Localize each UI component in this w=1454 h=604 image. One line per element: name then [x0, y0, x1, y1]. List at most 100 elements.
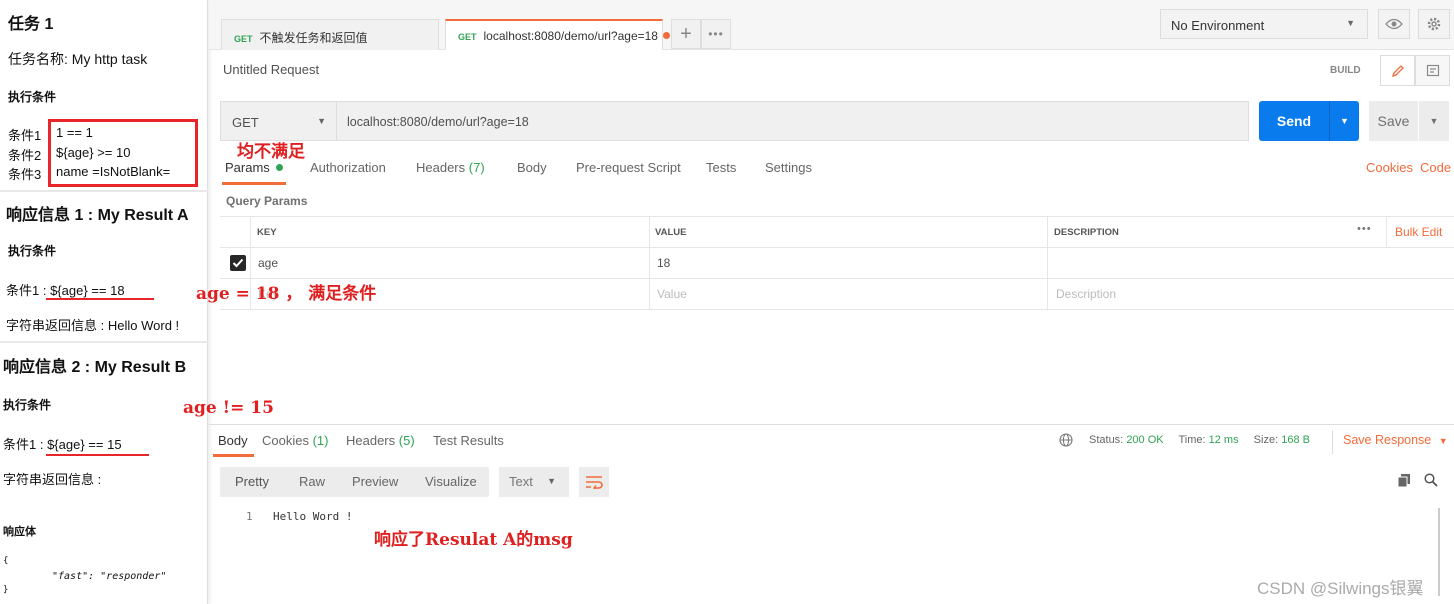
view-mode-raw[interactable]: Raw [299, 474, 325, 489]
checkmark-icon [232, 258, 244, 268]
send-options-button[interactable]: ▼ [1329, 101, 1359, 141]
save-chevron-icon: ▼ [1429, 116, 1439, 126]
more-tabs-button[interactable]: ••• [701, 19, 731, 49]
response-b-body-line-2: "fast": "responder" [52, 571, 167, 582]
column-header-description: DESCRIPTION [1054, 227, 1119, 238]
tab-tests[interactable]: Tests [706, 160, 736, 175]
unsaved-dot-icon [663, 32, 671, 39]
response-b-title: 响应信息 2 : My Result B [3, 359, 187, 376]
task-config-panel: 任务 1 任务名称: My http task 执行条件 条件1 条件2 条件3… [0, 0, 208, 604]
tab-method-1: GET [234, 34, 253, 44]
query-params-heading: Query Params [226, 194, 308, 208]
send-button[interactable]: Send [1259, 101, 1329, 141]
tab-method-2: GET [458, 32, 477, 42]
param-row-checkbox[interactable] [230, 255, 246, 271]
tab-body[interactable]: Body [517, 160, 547, 175]
environment-quick-look-button[interactable] [1378, 9, 1410, 39]
params-label: Params [225, 160, 270, 175]
response-body-text: Hello Word ! [273, 510, 353, 523]
format-select[interactable]: Text ▼ [499, 467, 569, 497]
annotation-age-not-15: age != 15 [183, 398, 274, 418]
param-value-cell[interactable]: 18 [657, 256, 670, 270]
view-mode-preview[interactable]: Preview [352, 474, 398, 489]
response-b-body-line-3: } [3, 585, 9, 595]
environment-settings-button[interactable] [1418, 9, 1450, 39]
save-options-button[interactable]: ▼ [1419, 101, 1449, 141]
response-tab-body[interactable]: Body [218, 433, 248, 448]
wrap-icon [586, 476, 603, 489]
tab-headers[interactable]: Headers (7) [416, 160, 485, 175]
response-a-return: 字符串返回信息 : Hello Word ! [6, 315, 179, 334]
response-a-condition-value: ${age} == 18 [50, 283, 125, 298]
params-active-dot-icon [276, 164, 284, 171]
table-header-border [220, 247, 1454, 248]
tab-params[interactable]: Params [225, 160, 284, 175]
tab-label-2: localhost:8080/demo/url?age=18 [483, 29, 658, 43]
response-b-return-label: 字符串返回信息 : [3, 472, 102, 487]
globe-icon[interactable] [1059, 433, 1073, 447]
column-header-key: KEY [257, 227, 277, 238]
tab-request-1[interactable]: GET 不触发任务和返回值 [221, 19, 439, 50]
tab-authorization[interactable]: Authorization [310, 160, 386, 175]
save-button[interactable]: Save [1369, 101, 1418, 141]
status-label: Status: [1089, 434, 1124, 446]
cookies-link[interactable]: Cookies [1366, 160, 1413, 175]
pencil-icon [1391, 64, 1404, 77]
conditions-heading: 执行条件 [8, 90, 57, 104]
response-b-body-heading: 响应体 [3, 526, 36, 538]
request-title[interactable]: Untitled Request [223, 62, 319, 77]
response-tab-headers[interactable]: Headers (5) [346, 433, 415, 448]
condition-label-1: 条件1 [8, 128, 42, 143]
task-name: 任务名称: My http task [8, 49, 147, 69]
wrap-lines-button[interactable] [579, 467, 609, 497]
comments-button[interactable] [1415, 55, 1450, 86]
more-options-icon[interactable]: ••• [1357, 223, 1372, 235]
new-description-input[interactable]: Description [1056, 287, 1116, 301]
new-value-input[interactable]: Value [657, 287, 687, 301]
task-name-value: My http task [71, 51, 148, 67]
table-bottom-border [220, 309, 1454, 310]
condition-label-3: 条件3 [8, 167, 42, 182]
tab-prerequest-script[interactable]: Pre-request Script [576, 160, 681, 175]
response-tab-cookies[interactable]: Cookies (1) [262, 433, 328, 448]
code-link[interactable]: Code [1420, 160, 1451, 175]
environment-select[interactable]: No Environment ▼ [1160, 9, 1368, 39]
param-key-cell[interactable]: age [258, 256, 278, 270]
table-col-divider-1 [649, 216, 650, 310]
eye-icon [1385, 18, 1403, 30]
response-top-border [209, 424, 1454, 425]
method-value: GET [232, 115, 259, 130]
save-response-chevron-icon: ▼ [1438, 436, 1448, 446]
tab-label-1: 不触发任务和返回值 [259, 31, 368, 45]
new-tab-button[interactable]: + [671, 19, 701, 49]
editor-line-number: 1 [246, 510, 253, 523]
response-a-return-value: Hello Word ! [107, 318, 180, 333]
edit-mode-button[interactable] [1380, 55, 1415, 86]
copy-icon[interactable] [1397, 473, 1411, 488]
save-response-button[interactable]: Save Response ▼ [1343, 433, 1448, 447]
view-mode-visualize[interactable]: Visualize [425, 474, 477, 489]
section-divider-2 [0, 341, 208, 343]
send-label: Send [1276, 113, 1312, 129]
response-b-condition: 条件1 : ${age} == 15 [3, 437, 122, 452]
method-chevron-icon: ▼ [317, 116, 326, 126]
tab-request-2[interactable]: GET localhost:8080/demo/url?age=18 [445, 19, 671, 50]
method-select[interactable]: GET ▼ [220, 101, 337, 141]
url-value: localhost:8080/demo/url?age=18 [347, 115, 529, 129]
response-a-conditions-heading: 执行条件 [8, 244, 57, 258]
view-mode-pretty[interactable]: Pretty [235, 474, 269, 489]
response-tab-test-results[interactable]: Test Results [433, 433, 504, 448]
editor-scrollbar[interactable] [1438, 508, 1440, 596]
response-a-condition-label: 条件1 [6, 283, 40, 298]
bulk-edit-link[interactable]: Bulk Edit [1395, 225, 1442, 239]
save-response-label: Save Response [1343, 433, 1432, 447]
response-a-return-label: 字符串返回信息 : [6, 318, 105, 333]
response-b-body-line-1: { [3, 556, 9, 566]
task-name-label: 任务名称: [8, 51, 68, 67]
search-icon[interactable] [1424, 473, 1438, 487]
tab-settings[interactable]: Settings [765, 160, 812, 175]
response-cookies-count: (1) [312, 433, 329, 448]
response-b-condition-label: 条件1 [3, 437, 37, 452]
url-input[interactable]: localhost:8080/demo/url?age=18 [336, 101, 1249, 141]
task-title: 任务 1 [8, 16, 54, 33]
